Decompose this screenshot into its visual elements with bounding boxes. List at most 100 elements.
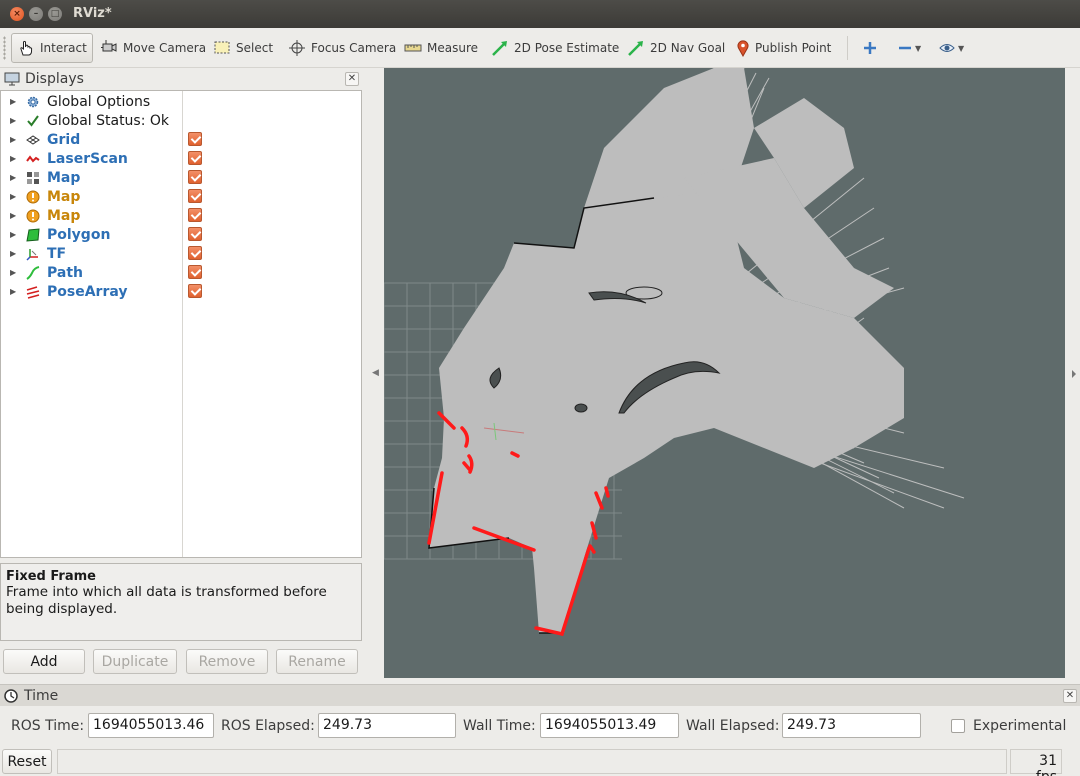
pose-estimate-label: 2D Pose Estimate [514,41,620,55]
display-enabled-checkbox[interactable] [188,265,202,279]
wall-elapsed-field[interactable]: 249.73 [782,713,921,738]
expand-arrow-icon[interactable]: ▶ [10,116,16,125]
select-tool-button[interactable]: Select [208,33,278,63]
status-bar: Reset 31 fps [0,746,1080,776]
wall-elapsed-label: Wall Elapsed: [686,718,780,734]
display-enabled-checkbox[interactable] [188,246,202,260]
display-label: Path [47,264,83,281]
display-row-posearray[interactable]: ▶ PoseArray [1,282,361,301]
display-row-map-warning[interactable]: ▶ Map [1,187,361,206]
add-tool-button[interactable] [858,33,882,63]
expand-arrow-icon[interactable]: ▶ [10,287,16,296]
display-label: Global Options [47,93,151,110]
expand-arrow-icon[interactable]: ▶ [10,173,16,182]
expand-arrow-icon[interactable]: ▶ [10,230,16,239]
time-close-button[interactable]: ✕ [1063,689,1077,703]
select-label: Select [236,41,274,55]
display-label: Map [47,207,81,224]
display-enabled-checkbox[interactable] [188,189,202,203]
measure-tool-button[interactable]: Measure [399,33,483,63]
window-close-button[interactable]: × [10,7,24,21]
focus-camera-tool-button[interactable]: Focus Camera [283,33,401,63]
measure-label: Measure [427,41,478,55]
toolbar: Interact Move Camera Select Focus Camera… [0,28,1080,68]
clock-icon [4,688,18,703]
display-row-map[interactable]: ▶ Map [1,168,361,187]
window-maximize-button[interactable]: □ [48,7,62,21]
ros-time-field[interactable]: 1694055013.46 [88,713,214,738]
display-enabled-checkbox[interactable] [188,151,202,165]
expand-arrow-icon[interactable]: ▶ [10,154,16,163]
status-message-area [57,749,1007,774]
expand-arrow-icon[interactable]: ▶ [10,249,16,258]
expand-arrow-icon[interactable]: ▶ [10,211,16,220]
nav-goal-label: 2D Nav Goal [650,41,726,55]
nav-goal-tool-button[interactable]: 2D Nav Goal [622,33,730,63]
map-render [384,68,965,637]
crosshair-icon [289,40,305,56]
display-enabled-checkbox[interactable] [188,284,202,298]
remove-display-button[interactable]: Remove [186,649,268,674]
chevron-down-icon: ▼ [958,43,965,53]
display-row-map-warning[interactable]: ▶ Map [1,206,361,225]
display-enabled-checkbox[interactable] [188,170,202,184]
render-viewport[interactable] [384,68,1065,678]
displays-close-button[interactable]: ✕ [345,72,359,86]
collapse-left-arrow-icon[interactable]: ◀ [372,368,379,378]
displays-title: Displays [25,71,84,87]
publish-point-label: Publish Point [755,41,832,55]
display-label: Global Status: Ok [47,112,170,129]
experimental-label: Experimental [973,718,1067,734]
interact-label: Interact [40,41,87,55]
green-arrow-icon [492,41,507,56]
move-camera-tool-button[interactable]: Move Camera [95,33,211,63]
displays-tree: ▶ Global Options ▶ Global Status: Ok ▶ G… [0,90,362,587]
laserscan-icon [25,151,40,166]
display-label: LaserScan [47,150,128,167]
ros-elapsed-field[interactable]: 249.73 [318,713,456,738]
window-titlebar: × – □ RViz* [0,0,1080,28]
chevron-down-icon: ▼ [915,43,922,53]
remove-tool-dropdown[interactable]: ▼ [893,33,926,63]
map-pin-icon [737,40,749,57]
publish-point-tool-button[interactable]: Publish Point [731,33,836,63]
display-row-tf[interactable]: ▶ TF [1,244,361,263]
toolbar-separator [847,36,848,60]
display-row-path[interactable]: ▶ Path [1,263,361,282]
ruler-icon [404,44,422,52]
expand-arrow-icon[interactable]: ▶ [10,192,16,201]
ros-elapsed-label: ROS Elapsed: [221,718,315,734]
display-enabled-checkbox[interactable] [188,132,202,146]
display-enabled-checkbox[interactable] [188,208,202,222]
displays-panel: Displays ✕ ▶ Global Options ▶ Global Sta… [0,68,362,682]
display-row-global-options[interactable]: ▶ Global Options [1,92,361,111]
display-enabled-checkbox[interactable] [188,227,202,241]
pose-estimate-tool-button[interactable]: 2D Pose Estimate [486,33,624,63]
expand-arrow-icon[interactable]: ▶ [10,268,16,277]
display-label: TF [47,245,67,262]
ros-time-label: ROS Time: [11,718,85,734]
reset-button[interactable]: Reset [2,749,52,774]
occupancy-map-free [429,68,904,633]
rename-display-button[interactable]: Rename [276,649,358,674]
display-row-laserscan[interactable]: ▶ LaserScan [1,149,361,168]
experimental-checkbox[interactable] [951,719,965,733]
hand-pointer-icon [20,40,33,56]
window-minimize-button[interactable]: – [29,7,43,21]
display-row-polygon[interactable]: ▶ Polygon [1,225,361,244]
toolbar-grip[interactable] [3,36,6,60]
expand-arrow-icon[interactable]: ▶ [10,135,16,144]
display-label: Map [47,188,81,205]
wall-time-field[interactable]: 1694055013.49 [540,713,679,738]
add-display-button[interactable]: Add [3,649,85,674]
time-title: Time [24,687,59,704]
display-row-global-status[interactable]: ▶ Global Status: Ok [1,111,361,130]
description-text: Frame into which all data is transformed… [6,584,327,617]
focus-camera-label: Focus Camera [311,41,397,55]
panels-dropdown[interactable]: ▼ [934,33,969,63]
right-splitter[interactable] [1067,68,1080,678]
interact-tool-button[interactable]: Interact [11,33,93,63]
expand-arrow-icon[interactable]: ▶ [10,97,16,106]
display-row-grid[interactable]: ▶ Grid [1,130,361,149]
duplicate-display-button[interactable]: Duplicate [93,649,177,674]
